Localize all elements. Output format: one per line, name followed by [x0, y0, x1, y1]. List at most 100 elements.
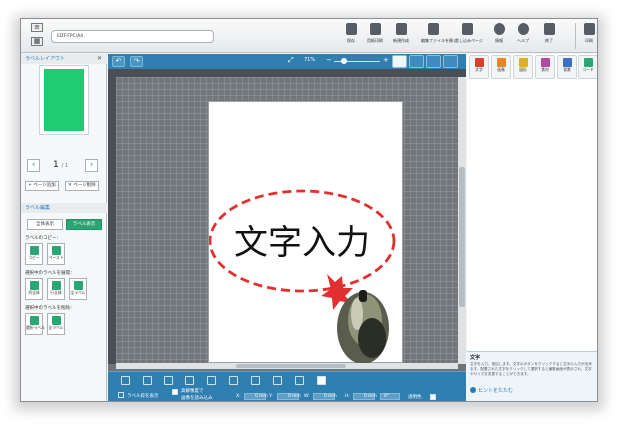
image-tab-icon [496, 58, 506, 67]
view-mode-4-icon[interactable] [443, 55, 458, 68]
toolbar-divider [575, 23, 576, 49]
help-icon [517, 23, 529, 35]
tab-image[interactable]: 画像 [491, 55, 511, 79]
delete-all-button[interactable]: 全ラベル [47, 313, 65, 335]
transparency-color-swatch[interactable] [430, 394, 436, 400]
label-page[interactable]: 文字入力 [208, 101, 403, 364]
printer-icon [583, 23, 595, 35]
undo-icon[interactable]: ↶ [112, 56, 125, 67]
view-mode-1-icon[interactable] [392, 55, 407, 68]
add-page-button[interactable]: + ページ追加 [25, 181, 59, 191]
vertical-ruler [108, 69, 116, 364]
change-sheet-button[interactable]: 差し込みページ [455, 23, 483, 51]
close-icon[interactable]: ✕ [97, 54, 102, 64]
horizontal-scrollbar[interactable] [116, 363, 458, 369]
expand-all-button[interactable]: 全ラベル [69, 278, 87, 300]
angle-field[interactable]: 0° [380, 393, 400, 400]
paste-object-icon[interactable] [185, 376, 194, 385]
label-layout-panel: ラベルレイアウト ✕ ‹ 1 / 1 › + ページ追加 ✕ ページ削除 ラベル編… [21, 54, 107, 401]
properties-icon[interactable] [317, 376, 326, 385]
view-label-button[interactable]: ラベル表示 [66, 219, 102, 230]
copy-button[interactable]: コピー [25, 243, 43, 265]
zoom-slider-knob[interactable] [341, 58, 347, 64]
high-res-checkbox[interactable] [172, 389, 178, 395]
zoom-level[interactable]: 71% [304, 57, 315, 63]
hint-body: 文字を入力、追加します。文字のボタンをクリックすると文字の入力が出来ます。配置さ… [470, 362, 592, 376]
hint-box: 文字 文字を入力、追加します。文字のボタンをクリックすると文字の入力が出来ます。… [467, 351, 597, 401]
zoom-in-icon[interactable]: + [383, 56, 389, 64]
bring-front-icon[interactable] [207, 376, 216, 385]
tab-text[interactable]: 文字 [469, 55, 489, 79]
y-field[interactable]: 0 mm [277, 393, 301, 400]
tab-background[interactable]: 背景 [557, 55, 577, 79]
delete-selected-button[interactable]: 選択ラベル [25, 313, 45, 335]
tab-material[interactable]: 素材 [535, 55, 555, 79]
fit-icon[interactable]: ⤢ [288, 56, 294, 65]
align-icon[interactable] [229, 376, 238, 385]
tools-panel: 文字 画像 図形 素材 背景 コード 文字 文字を入力、追加します。文字のボタン… [467, 54, 597, 401]
help-button[interactable]: ヘルプ [511, 23, 535, 51]
sheet-icon [461, 23, 473, 35]
page-indicator: 1 / 1 [53, 160, 69, 170]
collapse-icon[interactable] [470, 387, 476, 393]
prev-page-button[interactable]: ‹ [27, 159, 40, 172]
view-all-button[interactable]: 全体表示 [27, 219, 63, 230]
print-preview-button[interactable]: 用紙印刷 [363, 23, 387, 51]
cut-icon[interactable] [143, 376, 152, 385]
view-mode-3-icon[interactable] [426, 55, 441, 68]
delete-page-button[interactable]: ✕ ページ削除 [65, 181, 99, 191]
all-labels-icon [73, 281, 83, 290]
horizontal-scroll-thumb[interactable] [236, 364, 346, 368]
trash-icon[interactable] [121, 376, 130, 385]
hint-title: 文字 [470, 355, 481, 361]
grid-view-icon[interactable]: ▦ [31, 37, 43, 46]
tab-shape[interactable]: 図形 [513, 55, 533, 79]
w-field[interactable]: 0 mm [313, 393, 337, 400]
transparency-color-label: 透明色 [408, 395, 422, 400]
vertical-scrollbar[interactable] [458, 77, 466, 364]
label-thumbnail[interactable] [44, 69, 84, 131]
w-label: W: [304, 394, 310, 399]
shape-tab-icon [518, 58, 528, 67]
print-button[interactable]: 印刷 [577, 23, 597, 51]
material-tab-icon [540, 58, 550, 67]
exit-button[interactable]: 終了 [537, 23, 561, 51]
text-tab-icon [474, 58, 484, 67]
info-button[interactable]: 情報 [487, 23, 511, 51]
new-button[interactable]: 新規作成 [389, 23, 413, 51]
group-icon[interactable] [251, 376, 260, 385]
page-content: 文字入力 [208, 189, 396, 364]
vertical-scroll-thumb[interactable] [459, 167, 465, 307]
fit-object-icon[interactable] [273, 376, 282, 385]
x-field[interactable]: 0 mm [244, 393, 268, 400]
all-labels-delete-icon [51, 316, 61, 325]
delete-label-heading: 選択中のラベルを削除： [25, 306, 75, 311]
hide-hint-link[interactable]: ヒントをたたむ [478, 387, 513, 394]
open-file-icon [427, 23, 439, 35]
save-button[interactable]: 保存 [339, 23, 363, 51]
menu-icon[interactable]: ≡ [31, 23, 43, 32]
next-page-button[interactable]: › [85, 159, 98, 172]
h-field[interactable]: 0 mm [353, 393, 377, 400]
code-tab-icon [583, 58, 593, 67]
redo-icon[interactable]: ↷ [130, 56, 143, 67]
exit-icon [543, 23, 555, 35]
show-frame-checkbox[interactable] [118, 392, 124, 398]
show-frame-label: ラベル枠を表示 [127, 394, 159, 399]
expand-label-heading: 選択中のラベルを展開： [25, 271, 75, 276]
expand-row-button[interactable]: 行全体 [47, 278, 65, 300]
save-icon [345, 23, 357, 35]
app-window: ≡ ▦ EDT-FPC/A4 保存 用紙印刷 新規作成 編集ファイルを開く 差し… [20, 18, 598, 402]
canvas-area: ↶ ↷ ⤢ 71% − + 文字入力 X: 0 mm Y: 0 mm W: 0 … [108, 54, 466, 401]
zoom-out-icon[interactable]: − [326, 56, 332, 64]
paste-button[interactable]: ペースト [47, 243, 65, 265]
lock-icon[interactable] [295, 376, 304, 385]
panel-title: ラベルレイアウト ✕ [21, 54, 107, 64]
edit-open-button[interactable]: 編集ファイルを開く [421, 23, 457, 51]
view-mode-2-icon[interactable] [409, 55, 424, 68]
tab-code[interactable]: コード [578, 55, 597, 79]
new-file-icon [395, 23, 407, 35]
page-thumbnail[interactable] [39, 65, 89, 135]
expand-column-button[interactable]: 列全体 [25, 278, 43, 300]
copy-object-icon[interactable] [164, 376, 173, 385]
